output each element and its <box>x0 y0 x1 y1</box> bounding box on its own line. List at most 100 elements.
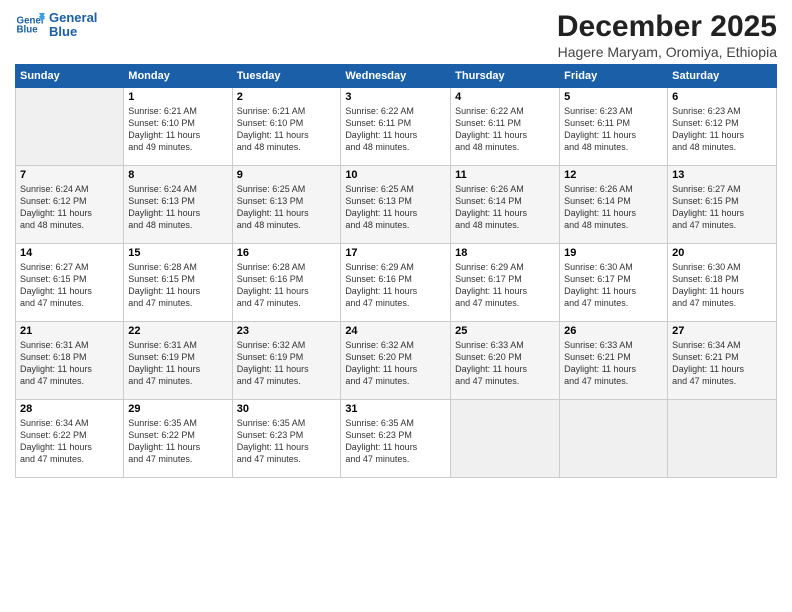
day-info: Sunrise: 6:30 AM Sunset: 6:17 PM Dayligh… <box>564 261 663 310</box>
calendar-cell: 6 Sunrise: 6:23 AM Sunset: 6:12 PM Daylig… <box>668 88 777 166</box>
day-number: 23 <box>237 325 337 337</box>
day-number: 5 <box>564 91 663 103</box>
day-info: Sunrise: 6:21 AM Sunset: 6:10 PM Dayligh… <box>128 105 227 154</box>
day-info: Sunrise: 6:25 AM Sunset: 6:13 PM Dayligh… <box>237 183 337 232</box>
calendar-table: SundayMondayTuesdayWednesdayThursdayFrid… <box>15 64 777 478</box>
day-info: Sunrise: 6:25 AM Sunset: 6:13 PM Dayligh… <box>345 183 446 232</box>
day-number: 6 <box>672 91 772 103</box>
day-number: 12 <box>564 169 663 181</box>
day-number: 19 <box>564 247 663 259</box>
day-info: Sunrise: 6:21 AM Sunset: 6:10 PM Dayligh… <box>237 105 337 154</box>
day-number: 7 <box>20 169 119 181</box>
day-info: Sunrise: 6:24 AM Sunset: 6:12 PM Dayligh… <box>20 183 119 232</box>
day-number: 3 <box>345 91 446 103</box>
day-info: Sunrise: 6:26 AM Sunset: 6:14 PM Dayligh… <box>564 183 663 232</box>
logo-header: General Blue General Blue December 2025 … <box>15 10 777 60</box>
day-number: 20 <box>672 247 772 259</box>
calendar-cell: 10 Sunrise: 6:25 AM Sunset: 6:13 PM Dayli… <box>341 166 451 244</box>
calendar-cell: 22Sunrise: 6:31 AM Sunset: 6:19 PM Dayli… <box>124 322 232 400</box>
calendar-cell: 16Sunrise: 6:28 AM Sunset: 6:16 PM Dayli… <box>232 244 341 322</box>
day-info: Sunrise: 6:26 AM Sunset: 6:14 PM Dayligh… <box>455 183 555 232</box>
header-tuesday: Tuesday <box>232 65 341 88</box>
calendar-cell <box>560 400 668 478</box>
day-info: Sunrise: 6:22 AM Sunset: 6:11 PM Dayligh… <box>455 105 555 154</box>
header-friday: Friday <box>560 65 668 88</box>
header-thursday: Thursday <box>451 65 560 88</box>
day-number: 31 <box>345 403 446 415</box>
calendar-cell <box>451 400 560 478</box>
calendar-cell: 1 Sunrise: 6:21 AM Sunset: 6:10 PM Daylig… <box>124 88 232 166</box>
week-row-1: 1 Sunrise: 6:21 AM Sunset: 6:10 PM Daylig… <box>16 88 777 166</box>
logo-line2: Blue <box>49 25 97 39</box>
calendar-cell: 8 Sunrise: 6:24 AM Sunset: 6:13 PM Daylig… <box>124 166 232 244</box>
day-info: Sunrise: 6:31 AM Sunset: 6:18 PM Dayligh… <box>20 339 119 388</box>
calendar-cell: 18 Sunrise: 6:29 AM Sunset: 6:17 PM Dayli… <box>451 244 560 322</box>
day-info: Sunrise: 6:30 AM Sunset: 6:18 PM Dayligh… <box>672 261 772 310</box>
calendar-cell: 13Sunrise: 6:27 AM Sunset: 6:15 PM Dayli… <box>668 166 777 244</box>
calendar-cell <box>668 400 777 478</box>
day-number: 22 <box>128 325 227 337</box>
calendar-cell: 26 Sunrise: 6:33 AM Sunset: 6:21 PM Dayli… <box>560 322 668 400</box>
calendar-cell: 25 Sunrise: 6:33 AM Sunset: 6:20 PM Dayli… <box>451 322 560 400</box>
title-block: December 2025 Hagere Maryam, Oromiya, Et… <box>557 10 777 60</box>
day-number: 28 <box>20 403 119 415</box>
week-row-2: 7 Sunrise: 6:24 AM Sunset: 6:12 PM Daylig… <box>16 166 777 244</box>
day-number: 25 <box>455 325 555 337</box>
logo-icon: General Blue <box>15 10 45 40</box>
day-number: 9 <box>237 169 337 181</box>
calendar-cell: 7 Sunrise: 6:24 AM Sunset: 6:12 PM Daylig… <box>16 166 124 244</box>
calendar-cell: 28 Sunrise: 6:34 AM Sunset: 6:22 PM Dayli… <box>16 400 124 478</box>
day-info: Sunrise: 6:24 AM Sunset: 6:13 PM Dayligh… <box>128 183 227 232</box>
day-number: 1 <box>128 91 227 103</box>
calendar-cell: 2 Sunrise: 6:21 AM Sunset: 6:10 PM Daylig… <box>232 88 341 166</box>
day-info: Sunrise: 6:32 AM Sunset: 6:20 PM Dayligh… <box>345 339 446 388</box>
calendar-cell: 4 Sunrise: 6:22 AM Sunset: 6:11 PM Daylig… <box>451 88 560 166</box>
day-info: Sunrise: 6:34 AM Sunset: 6:21 PM Dayligh… <box>672 339 772 388</box>
day-number: 26 <box>564 325 663 337</box>
day-number: 15 <box>128 247 227 259</box>
page-container: General Blue General Blue December 2025 … <box>0 0 792 612</box>
calendar-cell: 30 Sunrise: 6:35 AM Sunset: 6:23 PM Dayli… <box>232 400 341 478</box>
day-number: 30 <box>237 403 337 415</box>
calendar-cell: 17Sunrise: 6:29 AM Sunset: 6:16 PM Dayli… <box>341 244 451 322</box>
week-row-5: 28 Sunrise: 6:34 AM Sunset: 6:22 PM Dayli… <box>16 400 777 478</box>
svg-text:Blue: Blue <box>17 25 39 36</box>
day-number: 10 <box>345 169 446 181</box>
calendar-cell: 27 Sunrise: 6:34 AM Sunset: 6:21 PM Dayli… <box>668 322 777 400</box>
day-info: Sunrise: 6:35 AM Sunset: 6:23 PM Dayligh… <box>237 417 337 466</box>
day-number: 14 <box>20 247 119 259</box>
day-info: Sunrise: 6:33 AM Sunset: 6:21 PM Dayligh… <box>564 339 663 388</box>
day-info: Sunrise: 6:22 AM Sunset: 6:11 PM Dayligh… <box>345 105 446 154</box>
day-info: Sunrise: 6:32 AM Sunset: 6:19 PM Dayligh… <box>237 339 337 388</box>
logo-line1: General <box>49 11 97 25</box>
day-number: 4 <box>455 91 555 103</box>
calendar-cell: 19 Sunrise: 6:30 AM Sunset: 6:17 PM Dayli… <box>560 244 668 322</box>
day-number: 24 <box>345 325 446 337</box>
day-info: Sunrise: 6:29 AM Sunset: 6:16 PM Dayligh… <box>345 261 446 310</box>
header-saturday: Saturday <box>668 65 777 88</box>
header-sunday: Sunday <box>16 65 124 88</box>
calendar-cell: 23 Sunrise: 6:32 AM Sunset: 6:19 PM Dayli… <box>232 322 341 400</box>
day-info: Sunrise: 6:28 AM Sunset: 6:15 PM Dayligh… <box>128 261 227 310</box>
calendar-cell: 3 Sunrise: 6:22 AM Sunset: 6:11 PM Daylig… <box>341 88 451 166</box>
day-number: 2 <box>237 91 337 103</box>
calendar-cell: 15 Sunrise: 6:28 AM Sunset: 6:15 PM Dayli… <box>124 244 232 322</box>
calendar-cell: 31Sunrise: 6:35 AM Sunset: 6:23 PM Dayli… <box>341 400 451 478</box>
calendar-cell: 21Sunrise: 6:31 AM Sunset: 6:18 PM Dayli… <box>16 322 124 400</box>
day-info: Sunrise: 6:27 AM Sunset: 6:15 PM Dayligh… <box>20 261 119 310</box>
day-info: Sunrise: 6:35 AM Sunset: 6:22 PM Dayligh… <box>128 417 227 466</box>
calendar-cell: 5Sunrise: 6:23 AM Sunset: 6:11 PM Daylig… <box>560 88 668 166</box>
day-number: 27 <box>672 325 772 337</box>
day-info: Sunrise: 6:23 AM Sunset: 6:12 PM Dayligh… <box>672 105 772 154</box>
day-number: 8 <box>128 169 227 181</box>
day-number: 11 <box>455 169 555 181</box>
day-info: Sunrise: 6:34 AM Sunset: 6:22 PM Dayligh… <box>20 417 119 466</box>
calendar-cell <box>16 88 124 166</box>
calendar-cell: 29Sunrise: 6:35 AM Sunset: 6:22 PM Dayli… <box>124 400 232 478</box>
day-info: Sunrise: 6:27 AM Sunset: 6:15 PM Dayligh… <box>672 183 772 232</box>
calendar-cell: 9 Sunrise: 6:25 AM Sunset: 6:13 PM Daylig… <box>232 166 341 244</box>
calendar-cell: 12 Sunrise: 6:26 AM Sunset: 6:14 PM Dayli… <box>560 166 668 244</box>
day-number: 18 <box>455 247 555 259</box>
day-info: Sunrise: 6:29 AM Sunset: 6:17 PM Dayligh… <box>455 261 555 310</box>
day-info: Sunrise: 6:33 AM Sunset: 6:20 PM Dayligh… <box>455 339 555 388</box>
